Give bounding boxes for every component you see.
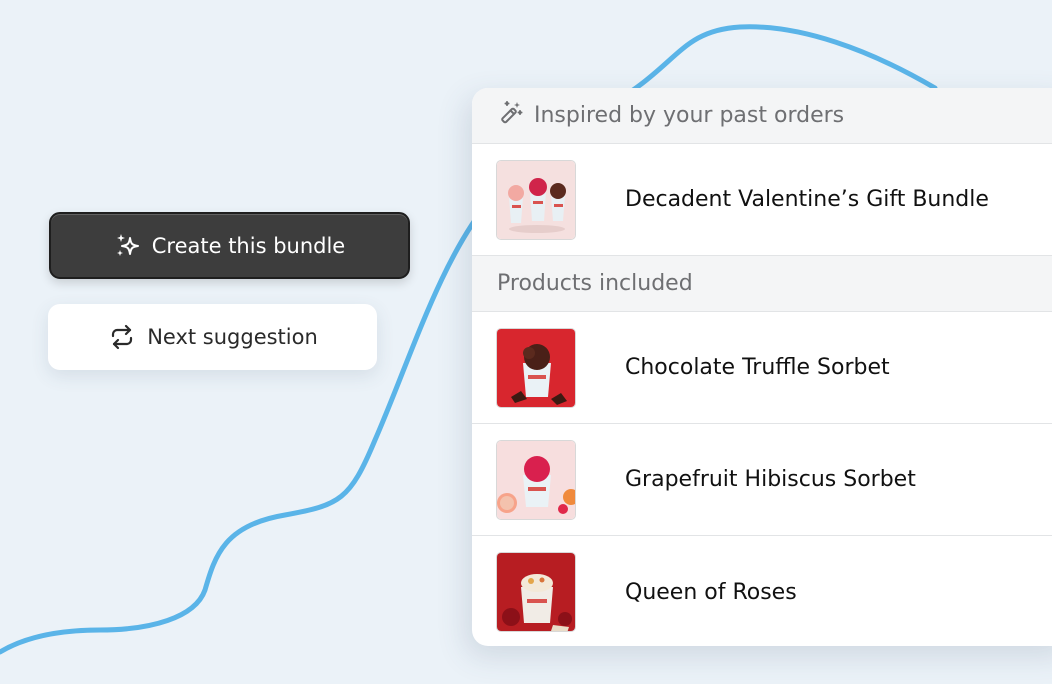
next-suggestion-label: Next suggestion	[147, 325, 318, 349]
magic-wand-icon	[498, 100, 524, 132]
create-bundle-button[interactable]: Create this bundle	[49, 212, 410, 279]
repeat-icon	[107, 322, 137, 352]
product-name: Grapefruit Hibiscus Sorbet	[625, 467, 916, 492]
grapefruit-sorbet-image	[496, 439, 576, 520]
products-included-heading: Products included	[472, 256, 1052, 312]
product-row[interactable]: Chocolate Truffle Sorbet	[472, 312, 1052, 424]
bundle-name: Decadent Valentine’s Gift Bundle	[625, 187, 989, 212]
product-name: Queen of Roses	[625, 579, 797, 605]
next-suggestion-button[interactable]: Next suggestion	[48, 304, 377, 370]
chocolate-sorbet-image	[496, 327, 576, 408]
panel-header-text: Inspired by your past orders	[534, 103, 845, 128]
queen-of-roses-image	[496, 552, 576, 632]
bundle-product-image	[496, 159, 576, 240]
bundle-row[interactable]: Decadent Valentine’s Gift Bundle	[472, 144, 1052, 256]
bundle-suggestion-panel: Inspired by your past orders Decadent Va…	[472, 88, 1052, 646]
sparkles-icon	[114, 232, 142, 260]
product-row[interactable]: Queen of Roses	[472, 536, 1052, 646]
create-bundle-label: Create this bundle	[151, 233, 346, 258]
panel-header: Inspired by your past orders	[472, 88, 1052, 144]
product-row[interactable]: Grapefruit Hibiscus Sorbet	[472, 424, 1052, 536]
product-name: Chocolate Truffle Sorbet	[625, 355, 890, 380]
